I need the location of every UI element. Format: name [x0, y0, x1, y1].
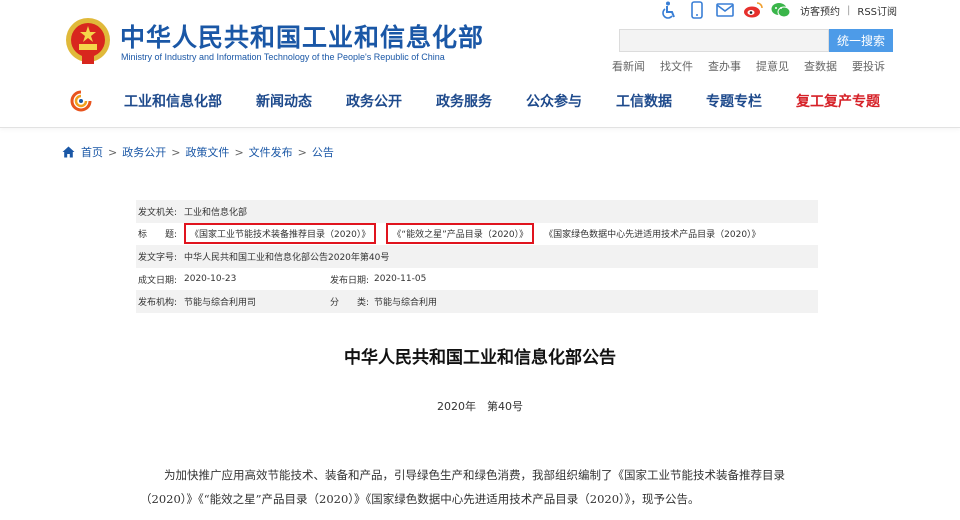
nav-item-gov-services[interactable]: 政务服务 — [436, 91, 492, 111]
published-date-label: 发布日期: — [330, 275, 370, 286]
document-info-table: 发文机关: 工业和信息化部 标 题: 《国家工业节能技术装备推荐目录（2020）… — [136, 200, 818, 313]
document-title: 中华人民共和国工业和信息化部公告 — [344, 348, 616, 368]
nav-item-public-participation[interactable]: 公众参与 — [526, 91, 582, 111]
site-title[interactable]: 中华人民共和国工业和信息化部 — [120, 18, 484, 54]
quick-link-files[interactable]: 找文件 — [660, 58, 693, 74]
info-row-title: 标 题: 《国家工业节能技术装备推荐目录（2020）》 《“能效之星”产品目录（… — [136, 222, 818, 246]
search-button[interactable]: 统一搜索 — [829, 29, 893, 52]
search-input[interactable] — [619, 29, 829, 52]
breadcrumb-file-release[interactable]: 文件发布 — [249, 144, 293, 160]
quick-link-data[interactable]: 查数据 — [804, 58, 837, 74]
title-catalog-3: 《国家绿色数据中心先进适用技术产品目录（2020）》 — [544, 230, 761, 241]
visitor-booking-link[interactable]: 访客预约 — [800, 3, 840, 18]
quick-link-feedback[interactable]: 提意见 — [756, 58, 789, 74]
issuer-label: 发文机关: — [138, 207, 178, 218]
quick-link-news[interactable]: 看新闻 — [612, 58, 645, 74]
agency-label: 发布机构: — [138, 298, 178, 309]
nav-item-data[interactable]: 工信数据 — [616, 91, 672, 111]
top-icon-bar — [658, 0, 798, 20]
quick-link-services[interactable]: 查办事 — [708, 58, 741, 74]
mail-icon[interactable] — [714, 0, 736, 20]
info-row-doc-number: 发文字号: 中华人民共和国工业和信息化部公告2020年第40号 — [136, 245, 818, 268]
main-nav: 工业和信息化部 新闻动态 政务公开 政务服务 公众参与 工信数据 专题专栏 复工… — [70, 88, 914, 114]
accessibility-icon[interactable] — [658, 0, 680, 20]
breadcrumb-separator: > — [297, 145, 307, 159]
nav-item-news[interactable]: 新闻动态 — [256, 91, 312, 111]
created-date-label: 成文日期: — [138, 275, 178, 286]
info-row-agency: 发布机构: 节能与综合利用司 分 类: 节能与综合利用 — [136, 290, 818, 313]
issuer-value: 工业和信息化部 — [184, 207, 248, 218]
breadcrumb-gov-affairs[interactable]: 政务公开 — [122, 144, 166, 160]
breadcrumb-home[interactable]: 首页 — [81, 144, 103, 160]
nav-item-resumption[interactable]: 复工复产专题 — [796, 91, 880, 111]
info-row-issuer: 发文机关: 工业和信息化部 — [136, 200, 818, 223]
rss-link[interactable]: RSS订阅 — [857, 3, 897, 18]
published-date-value: 2020-11-05 — [374, 274, 427, 285]
info-row-dates: 成文日期: 2020-10-23 发布日期: 2020-11-05 — [136, 267, 818, 291]
quick-link-complaint[interactable]: 要投诉 — [852, 58, 885, 74]
ministry-logo-icon[interactable] — [70, 90, 92, 112]
document-paragraph: 为加快推广应用高效节能技术、装备和产品，引导绿色生产和绿色消费，我部组织编制了《… — [140, 468, 785, 506]
category-value: 节能与综合利用 — [374, 298, 438, 309]
top-links: 访客预约 | RSS订阅 — [800, 3, 897, 18]
quick-links: 看新闻 找文件 查办事 提意见 查数据 要投诉 — [612, 58, 900, 74]
breadcrumb-policy-files[interactable]: 政策文件 — [185, 144, 229, 160]
breadcrumb-separator: > — [234, 145, 244, 159]
title-label: 标 题: — [138, 230, 178, 241]
title-catalog-1: 《国家工业节能技术装备推荐目录（2020）》 — [184, 223, 377, 245]
created-date-value: 2020-10-23 — [184, 274, 237, 285]
nav-item-gov-affairs[interactable]: 政务公开 — [346, 91, 402, 111]
doc-number-label: 发文字号: — [138, 252, 178, 263]
breadcrumb: 首页 > 政务公开 > 政策文件 > 文件发布 > 公告 — [62, 144, 334, 160]
site-header: 中华人民共和国工业和信息化部 Ministry of Industry and … — [0, 0, 960, 128]
mobile-icon[interactable] — [686, 0, 708, 20]
document-number: 2020年 第40号 — [437, 400, 523, 413]
category-label: 分 类: — [330, 298, 370, 309]
top-link-separator: | — [847, 5, 851, 16]
home-icon[interactable] — [62, 146, 75, 158]
weibo-icon[interactable] — [742, 0, 764, 20]
nav-item-ministry[interactable]: 工业和信息化部 — [124, 91, 222, 111]
doc-number-value: 中华人民共和国工业和信息化部公告2020年第40号 — [184, 252, 390, 263]
breadcrumb-announcement[interactable]: 公告 — [312, 144, 334, 160]
agency-value: 节能与综合利用司 — [184, 298, 257, 309]
title-catalog-2: 《“能效之星”产品目录（2020）》 — [386, 223, 535, 245]
site-subtitle: Ministry of Industry and Information Tec… — [121, 52, 445, 62]
breadcrumb-separator: > — [108, 145, 118, 159]
wechat-icon[interactable] — [770, 0, 792, 20]
nav-item-special-topics[interactable]: 专题专栏 — [706, 91, 762, 111]
breadcrumb-separator: > — [171, 145, 181, 159]
national-emblem-icon[interactable] — [64, 16, 112, 66]
